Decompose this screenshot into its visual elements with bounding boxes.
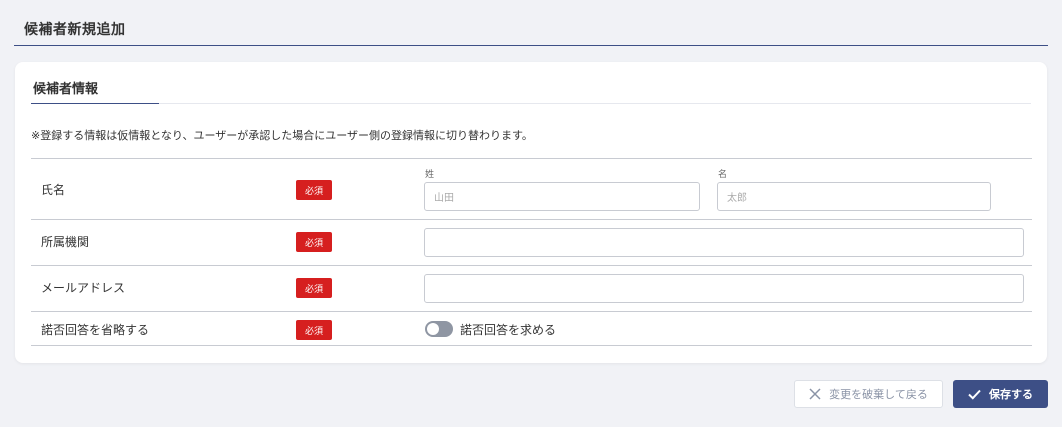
form-row-skip-response: 諾否回答を省略する 必須 諾否回答を求める	[31, 311, 1032, 346]
form-row-name: 氏名 必須 姓 山田 名 太郎	[31, 158, 1032, 219]
discard-button-label: 変更を破棄して戻る	[829, 388, 928, 401]
required-badge: 必須	[296, 278, 332, 298]
organization-label: 所属機関	[41, 235, 90, 249]
candidate-info-card: 候補者情報 ※登録する情報は仮情報となり、ユーザーが承認した場合にユーザー側の登…	[15, 62, 1047, 363]
form-row-organization: 所属機関 必須	[31, 219, 1032, 265]
form-row-email: メールアドレス 必須	[31, 265, 1032, 311]
save-button-label: 保存する	[989, 388, 1033, 401]
email-input[interactable]	[424, 274, 1024, 303]
last-name-label: 姓	[425, 170, 435, 180]
first-name-label: 名	[718, 170, 728, 180]
response-toggle[interactable]	[425, 321, 453, 337]
skip-response-label: 諾否回答を省略する	[41, 323, 150, 337]
email-label: メールアドレス	[41, 281, 126, 295]
discard-button[interactable]: 変更を破棄して戻る	[794, 380, 943, 408]
first-name-placeholder: 太郎	[727, 193, 747, 204]
toggle-label: 諾否回答を求める	[460, 323, 557, 337]
name-label: 氏名	[41, 183, 66, 197]
page-title: 候補者新規追加	[24, 22, 126, 38]
check-icon	[968, 389, 981, 400]
save-button[interactable]: 保存する	[953, 380, 1048, 408]
first-name-input[interactable]: 太郎	[717, 182, 991, 211]
last-name-input[interactable]: 山田	[424, 182, 700, 211]
toggle-knob	[427, 323, 439, 335]
required-badge: 必須	[296, 180, 332, 200]
section-header: 候補者情報	[31, 62, 1031, 104]
close-icon	[809, 388, 821, 400]
required-badge: 必須	[296, 232, 332, 252]
last-name-placeholder: 山田	[434, 193, 454, 204]
section-title: 候補者情報	[31, 78, 159, 104]
info-note: ※登録する情報は仮情報となり、ユーザーが承認した場合にユーザー側の登録情報に切り…	[31, 129, 533, 142]
page-header: 候補者新規追加	[14, 0, 1048, 46]
organization-input[interactable]	[424, 228, 1024, 257]
required-badge: 必須	[296, 320, 332, 340]
